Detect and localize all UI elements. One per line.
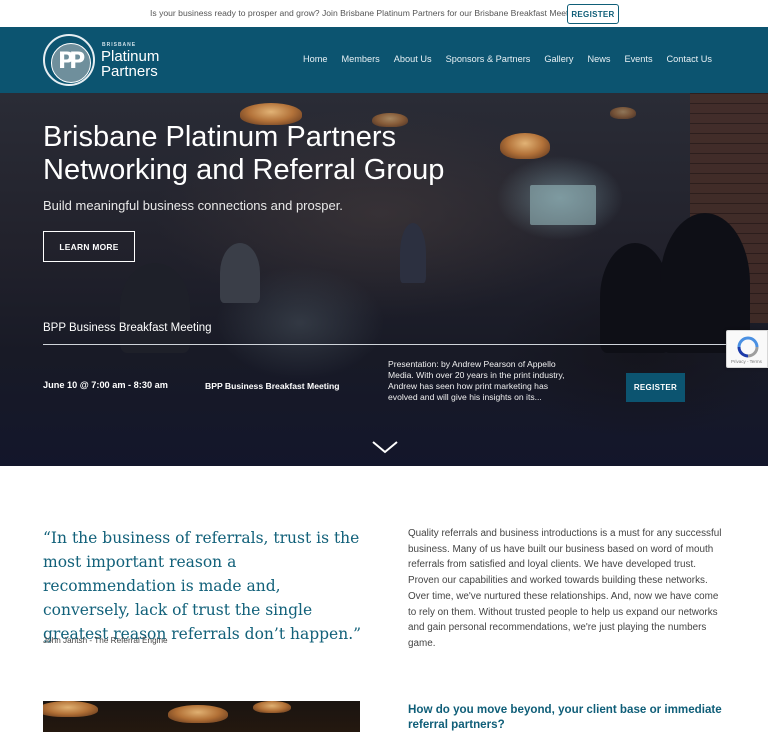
topbar-register-button[interactable]: REGISTER (567, 4, 619, 24)
nav-news[interactable]: News (580, 54, 617, 64)
event-photo (43, 701, 360, 732)
nav-gallery[interactable]: Gallery (537, 54, 580, 64)
site-header: PP BRISBANE Platinum Partners Home Membe… (0, 27, 768, 93)
referral-quote: “In the business of referrals, trust is … (43, 529, 362, 643)
event-register-button[interactable]: REGISTER (626, 373, 685, 402)
quote-author: John Jantsh - The Referral Engine (43, 636, 168, 645)
nav-contact-us[interactable]: Contact Us (660, 54, 719, 64)
recaptcha-badge[interactable]: Privacy - Terms (726, 330, 768, 368)
hero-background-person (400, 223, 426, 283)
hero-background-lamp (500, 133, 550, 159)
nav-events[interactable]: Events (617, 54, 659, 64)
event-date: June 10 @ 7:00 am - 8:30 am (43, 380, 168, 390)
logo-monogram: PP (58, 49, 85, 74)
recaptcha-icon (737, 336, 759, 358)
hero-background-person (220, 243, 260, 303)
nav-members[interactable]: Members (334, 54, 386, 64)
nav-about-us[interactable]: About Us (387, 54, 439, 64)
hero-subtitle: Build meaningful business connections an… (43, 198, 343, 213)
main-nav: Home Members About Us Sponsors & Partner… (296, 54, 719, 64)
photo-lamp (253, 701, 291, 713)
event-description: Presentation: by Andrew Pearson of Appel… (388, 359, 565, 402)
hero-background-person (120, 263, 190, 353)
hero-banner: Brisbane Platinum Partners Networking an… (0, 93, 768, 466)
chevron-down-icon[interactable] (371, 439, 399, 455)
event-section-heading: BPP Business Breakfast Meeting (43, 322, 212, 334)
event-divider (43, 344, 726, 345)
nav-home[interactable]: Home (296, 54, 335, 64)
hero-title: Brisbane Platinum Partners Networking an… (43, 121, 445, 186)
announcement-text: Is your business ready to prosper and gr… (150, 8, 580, 18)
learn-more-button[interactable]: LEARN MORE (43, 231, 135, 262)
photo-lamp (43, 701, 98, 717)
recaptcha-links[interactable]: Privacy - Terms (731, 359, 762, 364)
photo-lamp (168, 705, 228, 723)
site-logo[interactable]: PP BRISBANE Platinum Partners (43, 33, 193, 87)
announcement-bar: Is your business ready to prosper and gr… (0, 0, 768, 27)
event-name-link[interactable]: BPP Business Breakfast Meeting (205, 381, 340, 391)
hero-background-screen (530, 185, 596, 225)
logo-line-2: Partners (101, 63, 158, 80)
nav-sponsors-partners[interactable]: Sponsors & Partners (439, 54, 538, 64)
hero-background-lamp (610, 107, 636, 119)
logo-emblem: PP (43, 34, 95, 86)
section-heading: How do you move beyond, your client base… (408, 703, 722, 731)
intro-paragraph: Quality referrals and business introduct… (408, 528, 722, 649)
